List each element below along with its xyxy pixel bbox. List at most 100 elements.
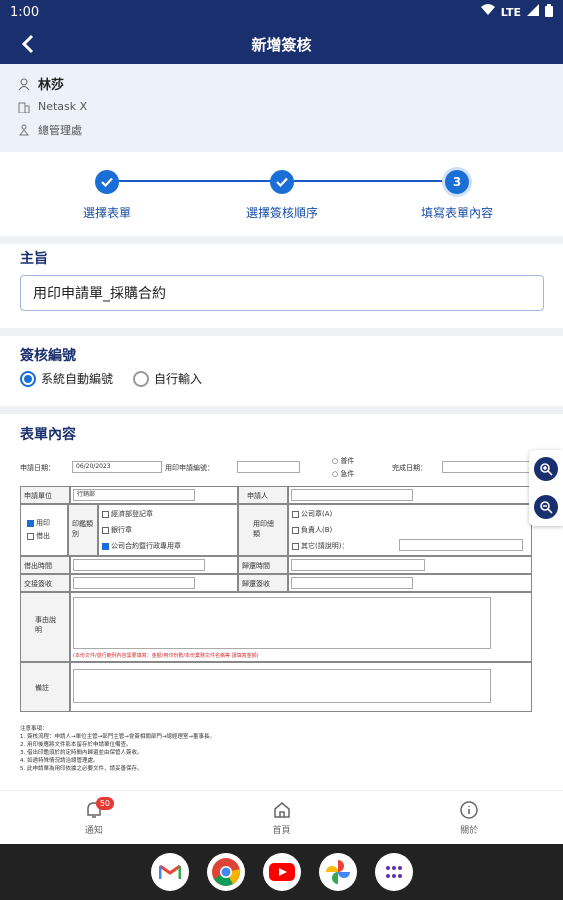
form-no-input[interactable] xyxy=(237,461,300,473)
checkbox-seal-kind-2[interactable] xyxy=(292,526,299,534)
apply-date-select[interactable]: 06/20/2023 xyxy=(72,461,162,473)
nav-notifications-label: 通知 xyxy=(84,825,103,836)
nav-notifications[interactable]: 50 通知 xyxy=(0,791,188,844)
checkbox-borrow[interactable] xyxy=(27,532,34,540)
user-company: Netask X xyxy=(38,100,88,113)
borrow-time-select[interactable] xyxy=(73,559,205,571)
home-icon xyxy=(273,801,290,818)
step-1-done xyxy=(95,170,119,194)
applicant-value-cell xyxy=(288,486,532,504)
section-divider xyxy=(0,236,563,244)
zoom-controls xyxy=(529,450,563,526)
progress-stepper: 3 選擇表單 選擇簽核順序 填寫表單內容 xyxy=(0,160,563,230)
return-time-cell xyxy=(288,556,532,574)
applicant-label-cell: 申請人 xyxy=(238,486,288,504)
zoom-in-button[interactable] xyxy=(534,457,558,481)
finish-date-select[interactable] xyxy=(442,461,532,473)
youtube-icon[interactable] xyxy=(262,853,301,891)
section-divider xyxy=(0,328,563,336)
unit-value-cell: 行銷部 xyxy=(70,486,238,504)
user-name: 林莎 xyxy=(38,78,65,93)
radio-auto-label: 系統自動編號 xyxy=(41,372,114,386)
reason-hint: (本份文件/發行範例內容需要填寫：金額/用印份數/本份業務文件名稱等 請填寫金額… xyxy=(73,653,259,659)
reason-textarea[interactable] xyxy=(73,597,491,649)
user-department: 總管理處 xyxy=(38,123,82,137)
seal-type-options-cell: 經濟部登記章 銀行章 公司合約暨行政專用章 xyxy=(98,504,238,556)
bottom-navigation: 50 通知 首頁 關於 xyxy=(0,790,563,844)
remark-cell xyxy=(70,662,532,712)
checkbox-seal-kind-1[interactable] xyxy=(292,510,299,518)
borrow-time-label-cell: 借出時間 xyxy=(20,556,70,574)
gmail-icon[interactable] xyxy=(150,853,189,891)
seal-type-label-cell: 印鑑類別 xyxy=(68,504,98,556)
back-button[interactable] xyxy=(14,30,42,58)
unit-label-cell: 申請單位 xyxy=(20,486,70,504)
status-time: 1:00 xyxy=(10,4,40,20)
chrome-icon[interactable] xyxy=(206,853,245,891)
step-connector xyxy=(282,180,457,182)
priority-urgent-radio[interactable]: ○ 急件 xyxy=(332,469,354,479)
app-bar: 新增簽核 xyxy=(0,24,563,64)
numbering-heading: 簽核編號 xyxy=(20,348,76,364)
person-icon xyxy=(16,76,32,92)
checkbox-seal-type-1[interactable] xyxy=(102,510,109,518)
photos-icon[interactable] xyxy=(318,853,357,891)
return-sign-label-cell: 歸還簽收 xyxy=(238,574,288,592)
return-time-select[interactable] xyxy=(291,559,425,571)
step-3-label: 填寫表單內容 xyxy=(420,206,493,220)
nav-home[interactable]: 首頁 xyxy=(188,791,376,844)
zoom-in-icon xyxy=(540,463,553,476)
remark-label-cell: 備註 xyxy=(20,662,70,712)
checkbox-seal-kind-3[interactable] xyxy=(292,542,299,550)
subject-input[interactable]: 用印申請單_採購合約 xyxy=(20,275,544,311)
remark-textarea[interactable] xyxy=(73,669,491,703)
signal-icon xyxy=(527,4,539,20)
info-icon xyxy=(460,800,478,819)
radio-auto-number[interactable]: 系統自動編號 xyxy=(20,370,113,387)
return-sign-cell xyxy=(288,574,532,592)
user-info-panel: 林莎 Netask X 總管理處 xyxy=(0,64,563,152)
finish-date-label: 完成日期： xyxy=(392,464,427,472)
apps-icon[interactable] xyxy=(374,853,413,891)
reason-cell: (本份文件/發行範例內容需要填寫：金額/用印份數/本份業務文件名稱等 請填寫金額… xyxy=(70,592,532,662)
step-connector xyxy=(107,180,282,182)
building-icon xyxy=(16,99,32,115)
check-icon xyxy=(101,177,113,187)
radio-manual-number[interactable]: 自行輸入 xyxy=(133,370,202,387)
network-label: LTE xyxy=(500,5,521,19)
form-preview: 申請日期： 06/20/2023 用印申請編號： ○ 普件 ○ 急件 完成日期：… xyxy=(20,455,535,785)
unit-input[interactable]: 行銷部 xyxy=(73,489,195,501)
step-2-label: 選擇簽核順序 xyxy=(245,206,318,220)
radio-selected-icon xyxy=(20,370,36,387)
status-bar: 1:00 LTE xyxy=(0,0,563,24)
checkbox-seal-use[interactable] xyxy=(27,519,34,527)
seal-kind-other-input[interactable] xyxy=(399,539,523,551)
priority-normal-radio[interactable]: ○ 普件 xyxy=(332,456,354,466)
radio-unselected-icon xyxy=(133,370,150,387)
seal-kind-label-cell: 用印總類 xyxy=(238,504,288,556)
applicant-input[interactable] xyxy=(291,489,413,501)
return-time-label-cell: 歸還時間 xyxy=(238,556,288,574)
step-3-current: 3 xyxy=(445,170,469,194)
nav-about-label: 關於 xyxy=(460,825,479,836)
return-sign-input[interactable] xyxy=(291,577,413,589)
subject-heading: 主旨 xyxy=(20,251,48,267)
handover-input[interactable] xyxy=(73,577,195,589)
step-2-done xyxy=(270,170,294,194)
notification-badge: 50 xyxy=(95,797,115,810)
checkbox-seal-type-2[interactable] xyxy=(102,526,109,534)
section-divider xyxy=(0,406,563,414)
handover-label-cell: 交接簽收 xyxy=(20,574,70,592)
check-icon xyxy=(276,177,288,187)
checkbox-seal-type-3[interactable] xyxy=(102,542,109,550)
handover-cell xyxy=(70,574,238,592)
numbering-radio-group: 系統自動編號 自行輸入 xyxy=(20,370,202,387)
zoom-out-button[interactable] xyxy=(534,495,558,519)
action-cell: 用印 借出 xyxy=(20,504,68,556)
borrow-time-cell xyxy=(70,556,238,574)
battery-icon xyxy=(545,3,553,21)
form-notes: 注意事項： 1. 簽核流程：申請人→單位主管→部門主管→會簽相關部門→總經理室→… xyxy=(20,726,216,772)
arrow-left-icon xyxy=(21,34,34,54)
nav-about[interactable]: 關於 xyxy=(375,791,563,844)
zoom-out-icon xyxy=(540,501,553,514)
